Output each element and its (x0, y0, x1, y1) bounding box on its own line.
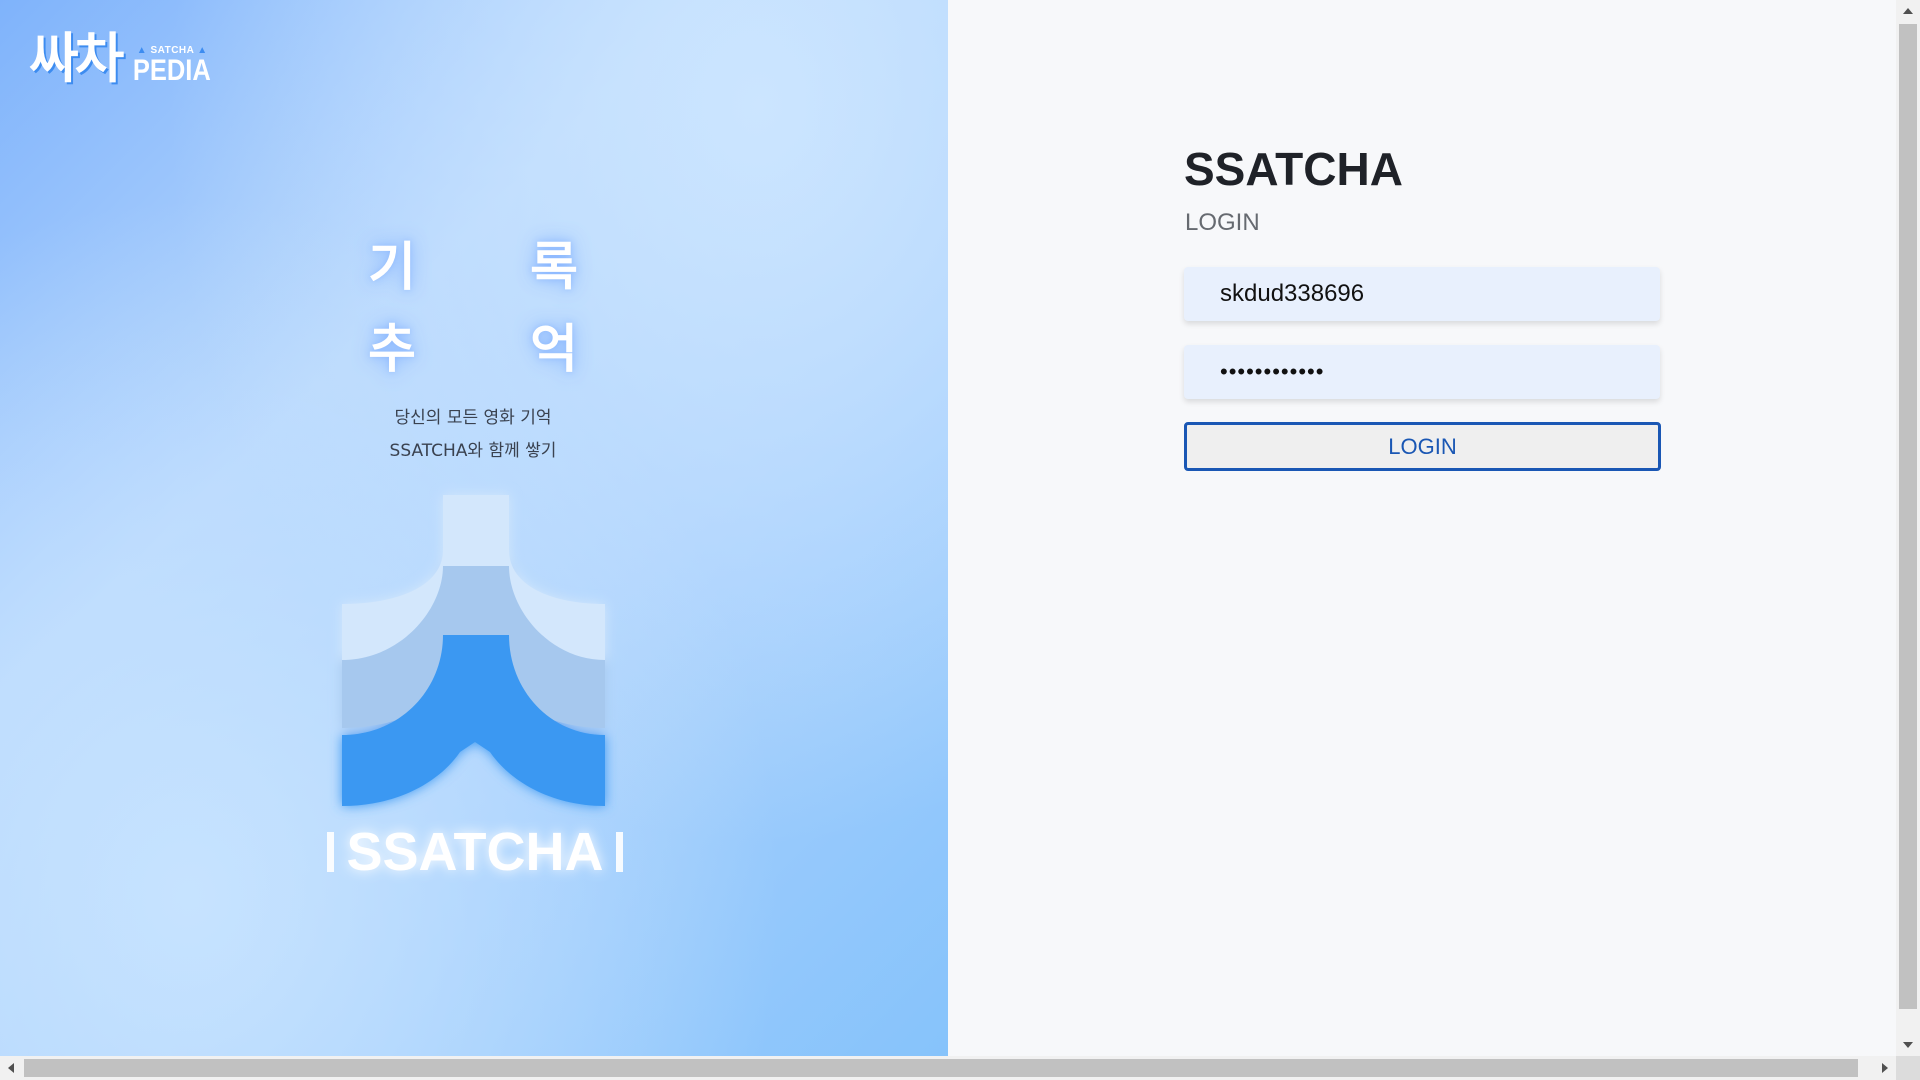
scroll-up-arrow-icon[interactable] (1903, 8, 1913, 14)
hero-glyph-grid: 기 록 추 억 (362, 238, 582, 388)
ssatcha-emblem: SSATCHA (327, 495, 623, 882)
emblem-bar-right (616, 832, 623, 872)
hero-tagline-line1: 당신의 모든 영화 기억 (394, 408, 552, 428)
brand-logo[interactable]: 싸차 ▲ SATCHA ▲ PEDIA (29, 30, 218, 88)
hero-panel: 싸차 ▲ SATCHA ▲ PEDIA 기 록 추 억 당신의 모든 영화 기억… (0, 0, 948, 1056)
scroll-right-arrow-icon[interactable] (1882, 1063, 1888, 1073)
hero-tagline-line2: SSATCHA와 함께 쌓기 (389, 441, 557, 461)
hero-glyph: 추 (368, 320, 416, 380)
scrollbar-corner (1896, 1056, 1920, 1080)
hero-glyph: 록 (530, 238, 578, 298)
vertical-scroll-thumb[interactable] (1899, 24, 1917, 1009)
login-panel: SSATCHA LOGIN LOGIN (948, 0, 1896, 1056)
horizontal-scrollbar[interactable] (0, 1056, 1896, 1080)
vertical-scrollbar[interactable] (1896, 0, 1920, 1056)
login-button[interactable]: LOGIN (1184, 422, 1661, 471)
hero-glyph: 기 (368, 238, 416, 298)
brand-pedia-text: PEDIA (133, 54, 212, 87)
emblem-wordmark: SSATCHA (346, 822, 603, 882)
hero-tagline: 당신의 모든 영화 기억 SSATCHA와 함께 쌓기 (333, 402, 613, 468)
password-input[interactable] (1184, 345, 1660, 399)
page-subtitle: LOGIN (1185, 209, 1260, 236)
horizontal-scroll-thumb[interactable] (24, 1059, 1858, 1077)
page-title: SSATCHA (1184, 143, 1403, 195)
brand-logo-text: 싸차 (29, 27, 124, 90)
scroll-left-arrow-icon[interactable] (8, 1063, 14, 1073)
emblem-bar-left (327, 832, 334, 872)
scroll-down-arrow-icon[interactable] (1903, 1042, 1913, 1048)
brand-logo-side: ▲ SATCHA ▲ PEDIA (126, 45, 218, 86)
page-viewport: 싸차 ▲ SATCHA ▲ PEDIA 기 록 추 억 당신의 모든 영화 기억… (0, 0, 1896, 1056)
username-input[interactable] (1184, 267, 1660, 321)
hero-glyph: 억 (530, 320, 578, 380)
